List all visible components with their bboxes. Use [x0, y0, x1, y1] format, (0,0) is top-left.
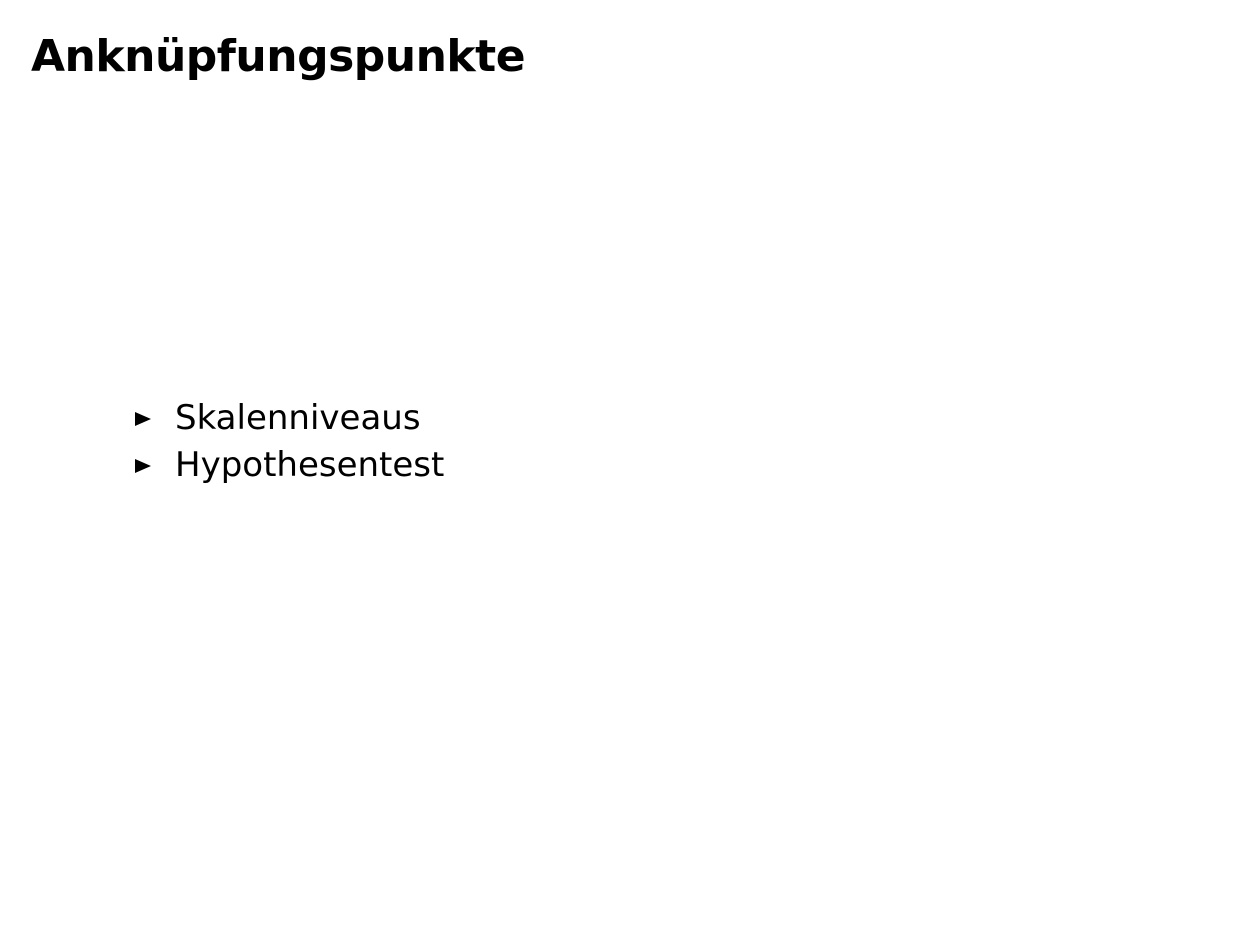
- bullet-list: Skalenniveaus Hypothesentest: [135, 395, 444, 489]
- triangle-right-icon: [135, 458, 151, 473]
- slide-title: Anknüpfungspunkte: [31, 31, 526, 82]
- bullet-text: Hypothesentest: [175, 445, 445, 485]
- list-item: Hypothesentest: [135, 442, 444, 489]
- triangle-right-icon: [135, 411, 151, 426]
- list-item: Skalenniveaus: [135, 395, 444, 442]
- bullet-text: Skalenniveaus: [175, 398, 421, 438]
